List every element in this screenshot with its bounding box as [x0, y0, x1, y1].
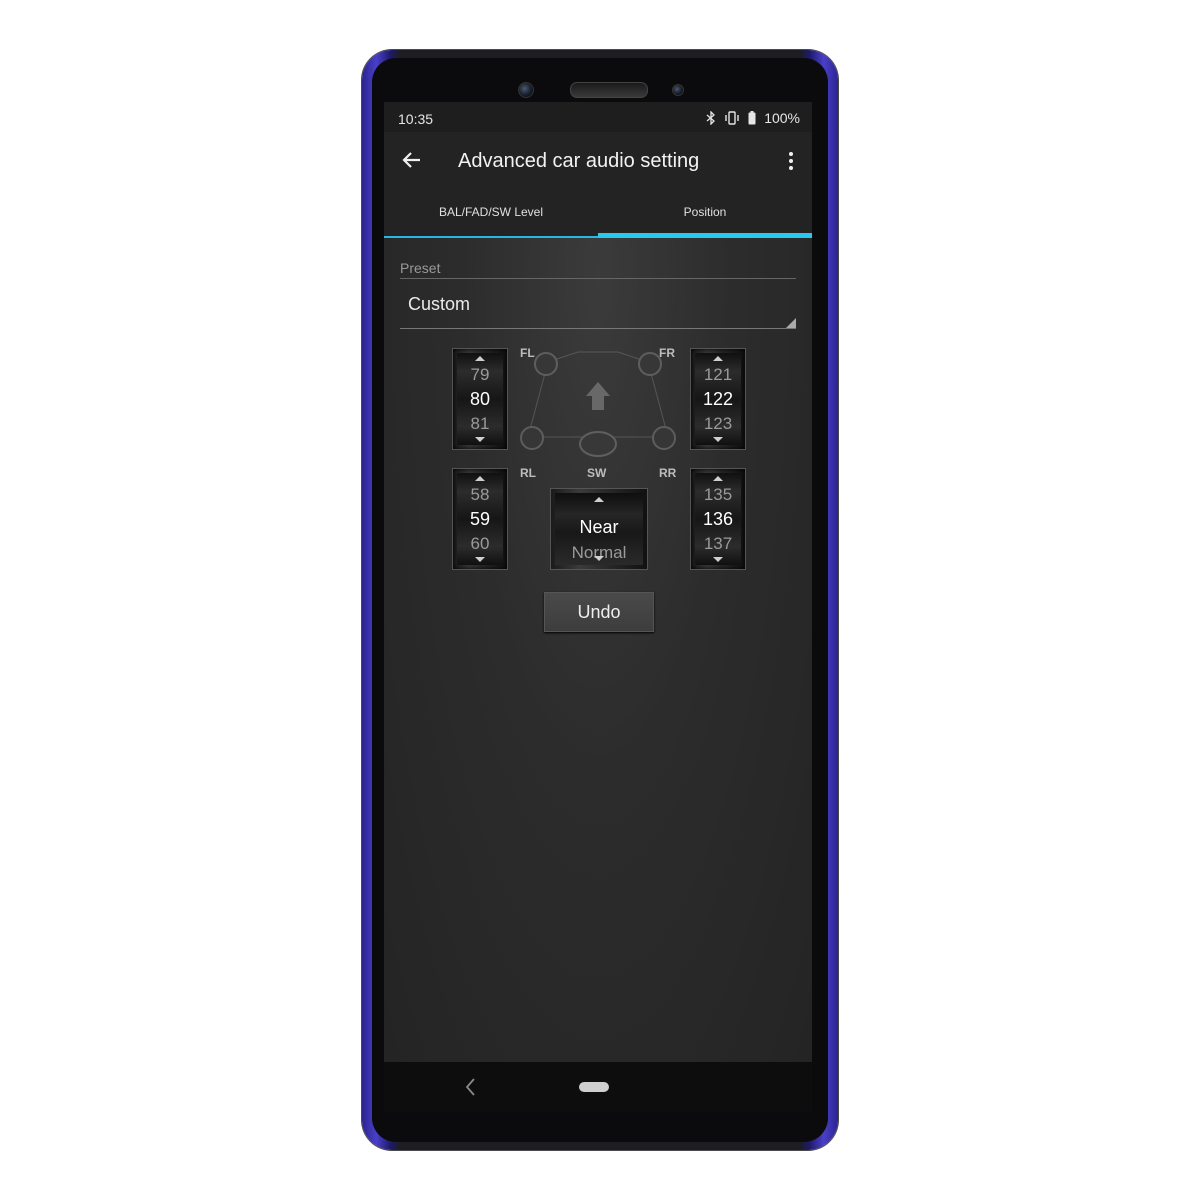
tab-divider-line: [384, 236, 598, 238]
dropdown-corner-icon: [786, 318, 796, 328]
front-camera-icon: [518, 82, 534, 98]
fl-current-value: 80: [469, 389, 491, 409]
picker-down-icon[interactable]: [475, 557, 485, 562]
battery-icon: [748, 111, 756, 125]
tab-bal-fad-sw-level[interactable]: BAL/FAD/SW Level: [384, 198, 598, 238]
rl-next-value: 60: [470, 534, 490, 553]
rl-current-value: 59: [469, 509, 491, 529]
navigation-bar: [384, 1062, 812, 1112]
picker-up-icon[interactable]: [475, 356, 485, 361]
arrow-left-icon[interactable]: [400, 148, 424, 172]
picker-up-icon[interactable]: [713, 356, 723, 361]
picker-down-icon[interactable]: [713, 437, 723, 442]
nav-back-icon[interactable]: [464, 1077, 476, 1097]
preset-divider: [400, 278, 796, 279]
picker-up-icon[interactable]: [475, 476, 485, 481]
sw-position-picker[interactable]: Near Normal: [550, 488, 648, 570]
rr-position-picker[interactable]: 135 136 137: [690, 468, 746, 570]
picker-down-icon[interactable]: [713, 557, 723, 562]
vibrate-icon: [725, 111, 739, 125]
picker-up-icon[interactable]: [713, 476, 723, 481]
status-icons: 100%: [706, 110, 800, 126]
rr-next-value: 137: [703, 534, 733, 553]
picker-up-icon[interactable]: [594, 497, 604, 502]
label-sw: SW: [587, 466, 607, 480]
label-rl: RL: [520, 466, 536, 480]
more-vert-icon[interactable]: [784, 150, 798, 172]
fl-prev-value: 79: [470, 365, 490, 384]
tab-bar: BAL/FAD/SW Level Position: [384, 198, 812, 238]
app-bar: Advanced car audio setting BAL/FAD/SW Le…: [384, 132, 812, 238]
screen: 10:35 100% Advanced car audio setting BA…: [384, 102, 812, 1062]
page-title: Advanced car audio setting: [458, 150, 700, 172]
fl-position-picker[interactable]: 79 80 81: [452, 348, 508, 450]
fr-prev-value: 121: [703, 365, 733, 384]
rr-prev-value: 135: [703, 485, 733, 504]
sensor-icon: [672, 84, 684, 96]
preset-label: Preset: [400, 260, 441, 276]
home-pill-icon[interactable]: [579, 1082, 609, 1092]
earpiece-speaker: [570, 82, 648, 98]
bluetooth-icon: [706, 111, 716, 125]
label-rr: RR: [659, 466, 677, 480]
picker-down-icon[interactable]: [475, 437, 485, 442]
status-bar: 10:35 100%: [384, 102, 812, 132]
battery-percent: 100%: [764, 110, 800, 126]
rl-prev-value: 58: [470, 485, 490, 504]
undo-button[interactable]: Undo: [544, 592, 654, 632]
active-tab-indicator: [598, 233, 812, 238]
car-speaker-layout-icon: [520, 351, 676, 457]
status-time: 10:35: [398, 111, 434, 127]
rl-position-picker[interactable]: 58 59 60: [452, 468, 508, 570]
preset-value: Custom: [408, 294, 471, 314]
fr-current-value: 122: [702, 389, 734, 409]
sw-current-value: Near: [579, 517, 619, 537]
fl-next-value: 81: [470, 414, 490, 433]
picker-down-icon[interactable]: [594, 556, 604, 561]
fr-next-value: 123: [703, 414, 733, 433]
tab-position[interactable]: Position: [598, 198, 812, 238]
fr-position-picker[interactable]: 121 122 123: [690, 348, 746, 450]
rr-current-value: 136: [702, 509, 734, 529]
